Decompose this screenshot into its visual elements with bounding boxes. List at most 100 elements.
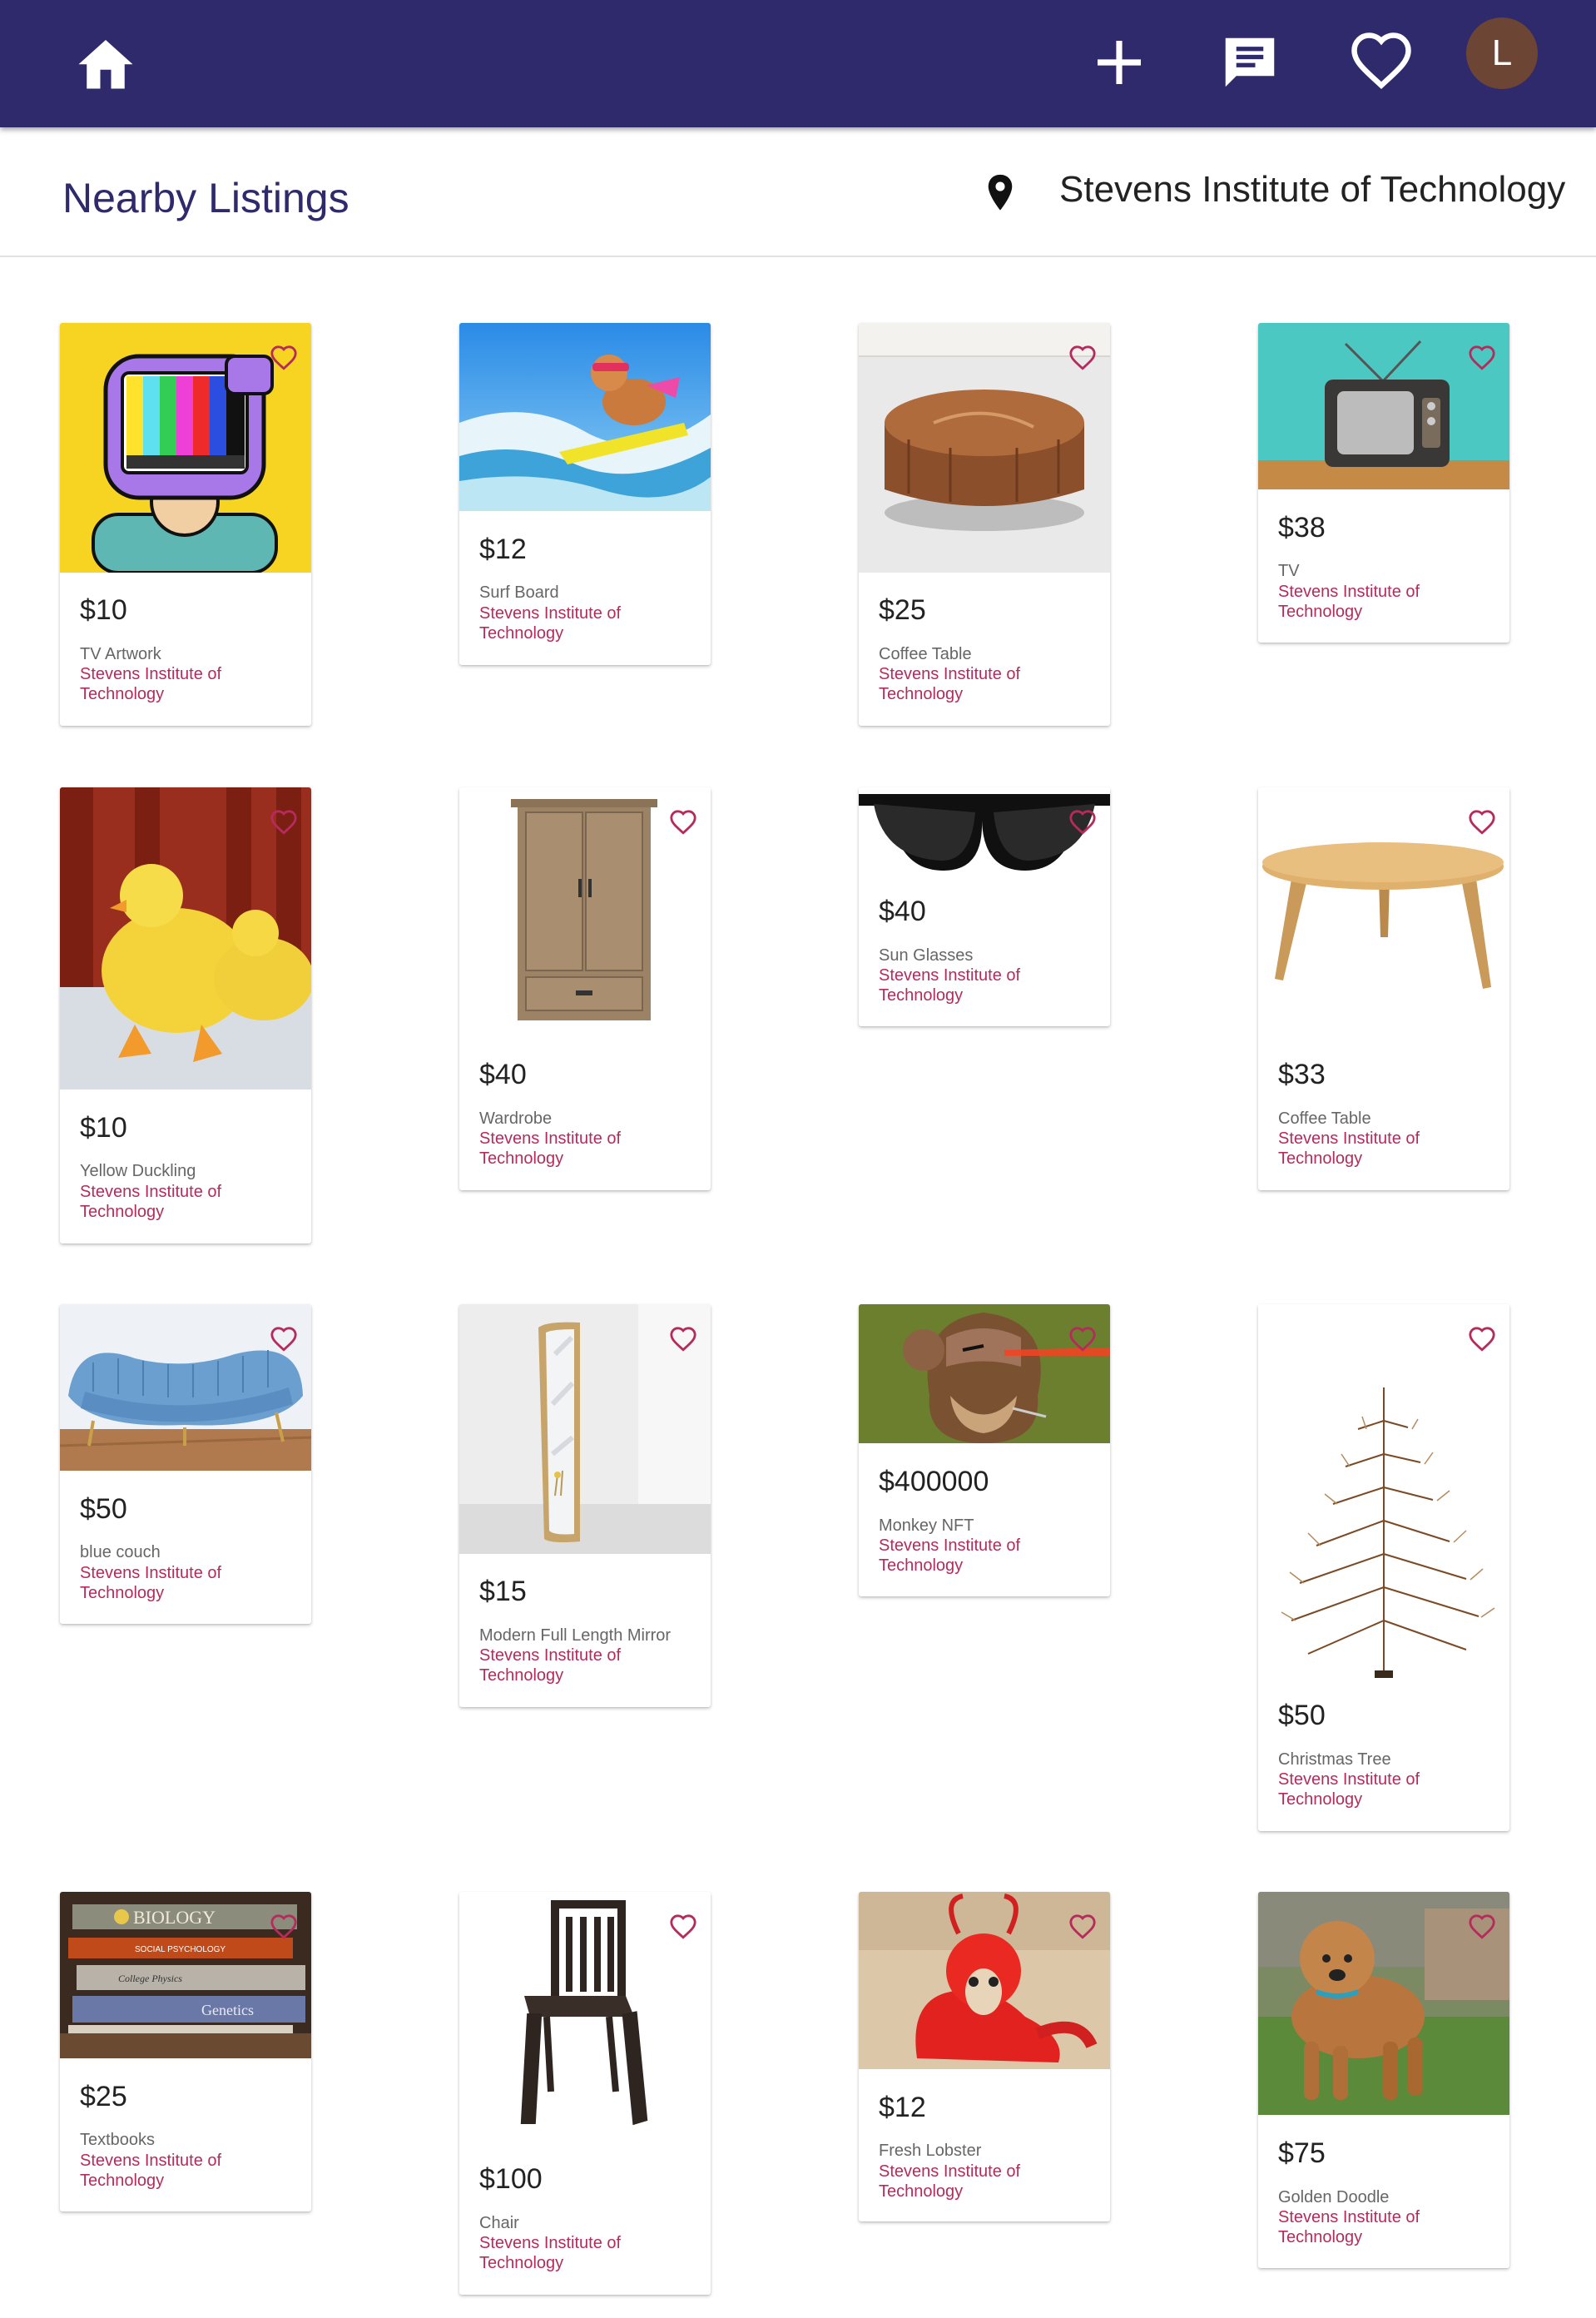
listing-location: Stevens Institute of Technology bbox=[879, 2162, 1021, 2201]
favorite-heart-icon[interactable] bbox=[1068, 345, 1097, 371]
listing-price: $75 bbox=[1278, 2137, 1326, 2169]
favorite-heart-icon[interactable] bbox=[1468, 345, 1496, 371]
listing-card[interactable]: $50 blue couch Stevens Institute of Tech… bbox=[60, 1304, 311, 1624]
listing-image bbox=[60, 787, 311, 1090]
listing-title: Surf Board bbox=[479, 583, 559, 602]
listing-card[interactable]: $40 Wardrobe Stevens Institute of Techno… bbox=[459, 787, 711, 1190]
listing-price: $50 bbox=[1278, 1700, 1326, 1731]
listing-card[interactable]: $40 Sun Glasses Stevens Institute of Tec… bbox=[859, 787, 1110, 1026]
favorite-heart-icon[interactable] bbox=[1468, 809, 1496, 836]
listing-image bbox=[1258, 323, 1509, 489]
location-pin-icon bbox=[988, 174, 1013, 211]
listing-title: Yellow Duckling bbox=[80, 1162, 196, 1180]
listing-price: $12 bbox=[879, 2092, 926, 2123]
plus-icon[interactable] bbox=[1087, 30, 1152, 95]
listing-title: Monkey NFT bbox=[879, 1516, 974, 1535]
chat-icon[interactable] bbox=[1217, 30, 1282, 95]
favorite-heart-icon[interactable] bbox=[1068, 1913, 1097, 1940]
listing-card[interactable]: $10 TV Artwork Stevens Institute of Tech… bbox=[60, 323, 311, 726]
listing-price: $12 bbox=[479, 534, 527, 565]
listing-title: Wardrobe bbox=[479, 1109, 553, 1128]
favorite-heart-icon[interactable] bbox=[669, 1913, 697, 1940]
top-app-bar: L bbox=[0, 0, 1596, 127]
listing-price: $10 bbox=[80, 1112, 127, 1144]
favorite-heart-icon[interactable] bbox=[1068, 1326, 1097, 1353]
favorite-heart-icon[interactable] bbox=[270, 809, 298, 836]
page-title: Nearby Listings bbox=[62, 175, 349, 221]
listing-card[interactable]: $100 Chair Stevens Institute of Technolo… bbox=[459, 1892, 711, 2295]
listing-image bbox=[1258, 1304, 1509, 1678]
favorite-heart-icon[interactable] bbox=[1468, 1913, 1496, 1940]
listing-location: Stevens Institute of Technology bbox=[879, 665, 1021, 703]
book-spine-title: Genetics bbox=[201, 2002, 254, 2018]
book-spine-title: College Physics bbox=[118, 1973, 182, 1984]
listing-card[interactable]: $75 Golden Doodle Stevens Institute of T… bbox=[1258, 1892, 1509, 2268]
listing-image bbox=[60, 1304, 311, 1471]
listing-card[interactable]: $15 Modern Full Length Mirror Stevens In… bbox=[459, 1304, 711, 1707]
favorite-heart-icon[interactable] bbox=[270, 345, 298, 371]
listing-location: Stevens Institute of Technology bbox=[479, 1646, 622, 1685]
location-label[interactable]: Stevens Institute of Technology bbox=[1059, 169, 1565, 211]
listing-price: $40 bbox=[479, 1059, 527, 1090]
listing-location: Stevens Institute of Technology bbox=[1278, 583, 1420, 621]
listing-image bbox=[459, 787, 711, 1037]
listing-price: $25 bbox=[879, 594, 926, 626]
favorite-heart-icon[interactable] bbox=[270, 1913, 298, 1940]
listing-location: Stevens Institute of Technology bbox=[1278, 1770, 1420, 1809]
favorite-heart-icon[interactable] bbox=[669, 809, 697, 836]
listing-title: Coffee Table bbox=[1278, 1109, 1371, 1128]
favorite-heart-icon[interactable] bbox=[1468, 1326, 1496, 1353]
listing-image bbox=[859, 787, 1110, 873]
listing-price: $38 bbox=[1278, 512, 1326, 544]
listing-card[interactable]: $12 Fresh Lobster Stevens Institute of T… bbox=[859, 1892, 1110, 2221]
listing-title: Modern Full Length Mirror bbox=[479, 1626, 672, 1645]
listing-title: Golden Doodle bbox=[1278, 2188, 1390, 2206]
listing-location: Stevens Institute of Technology bbox=[1278, 2208, 1420, 2246]
listing-price: $25 bbox=[80, 2081, 127, 2112]
listing-location: Stevens Institute of Technology bbox=[80, 1183, 222, 1221]
listing-location: Stevens Institute of Technology bbox=[80, 2152, 222, 2190]
listing-card[interactable]: $38 TV Stevens Institute of Technology bbox=[1258, 323, 1509, 643]
listing-title: Sun Glasses bbox=[879, 946, 974, 965]
listing-image bbox=[859, 1304, 1110, 1443]
favorite-heart-icon[interactable] bbox=[1068, 809, 1097, 836]
listing-title: Christmas Tree bbox=[1278, 1750, 1391, 1769]
listing-title: Textbooks bbox=[80, 2131, 156, 2149]
book-spine-title: SOCIAL PSYCHOLOGY bbox=[135, 1945, 226, 1954]
listing-title: Chair bbox=[479, 2214, 519, 2232]
listing-title: TV bbox=[1278, 562, 1300, 580]
listing-card[interactable]: BIOLOGY SOCIAL PSYCHOLOGY College Physic… bbox=[60, 1892, 311, 2211]
listing-card[interactable]: $50 Christmas Tree Stevens Institute of … bbox=[1258, 1304, 1509, 1831]
listing-price: $100 bbox=[479, 2163, 543, 2195]
listing-location: Stevens Institute of Technology bbox=[879, 966, 1021, 1005]
listings-header: Nearby Listings Stevens Institute of Tec… bbox=[0, 127, 1596, 257]
listing-price: $40 bbox=[879, 896, 926, 927]
listing-card[interactable]: $25 Coffee Table Stevens Institute of Te… bbox=[859, 323, 1110, 726]
listing-title: Fresh Lobster bbox=[879, 2142, 982, 2160]
listing-card[interactable]: $10 Yellow Duckling Stevens Institute of… bbox=[60, 787, 311, 1243]
heart-icon[interactable] bbox=[1349, 30, 1414, 95]
listing-location: Stevens Institute of Technology bbox=[479, 604, 622, 643]
listing-location: Stevens Institute of Technology bbox=[80, 1564, 222, 1602]
listing-location: Stevens Institute of Technology bbox=[479, 1129, 622, 1168]
listing-price: $33 bbox=[1278, 1059, 1326, 1090]
listing-image bbox=[859, 1892, 1110, 2069]
listing-image bbox=[459, 1304, 711, 1554]
user-avatar[interactable]: L bbox=[1466, 17, 1538, 89]
listing-title: Coffee Table bbox=[879, 645, 972, 663]
listing-image bbox=[859, 323, 1110, 573]
book-spine-title: BIOLOGY bbox=[133, 1907, 216, 1928]
listing-image: BIOLOGY SOCIAL PSYCHOLOGY College Physic… bbox=[60, 1892, 311, 2058]
listing-title: TV Artwork bbox=[80, 645, 161, 663]
listing-card[interactable]: $33 Coffee Table Stevens Institute of Te… bbox=[1258, 787, 1509, 1190]
listing-image bbox=[459, 323, 711, 511]
favorite-heart-icon[interactable] bbox=[270, 1326, 298, 1353]
listing-title: blue couch bbox=[80, 1543, 161, 1561]
listing-card[interactable]: $400000 Monkey NFT Stevens Institute of … bbox=[859, 1304, 1110, 1596]
listing-location: Stevens Institute of Technology bbox=[479, 2234, 622, 2272]
listing-card[interactable]: $12 Surf Board Stevens Institute of Tech… bbox=[459, 323, 711, 665]
home-icon[interactable] bbox=[73, 32, 138, 92]
favorite-heart-icon[interactable] bbox=[669, 1326, 697, 1353]
listing-location: Stevens Institute of Technology bbox=[1278, 1129, 1420, 1168]
listing-image bbox=[60, 323, 311, 573]
